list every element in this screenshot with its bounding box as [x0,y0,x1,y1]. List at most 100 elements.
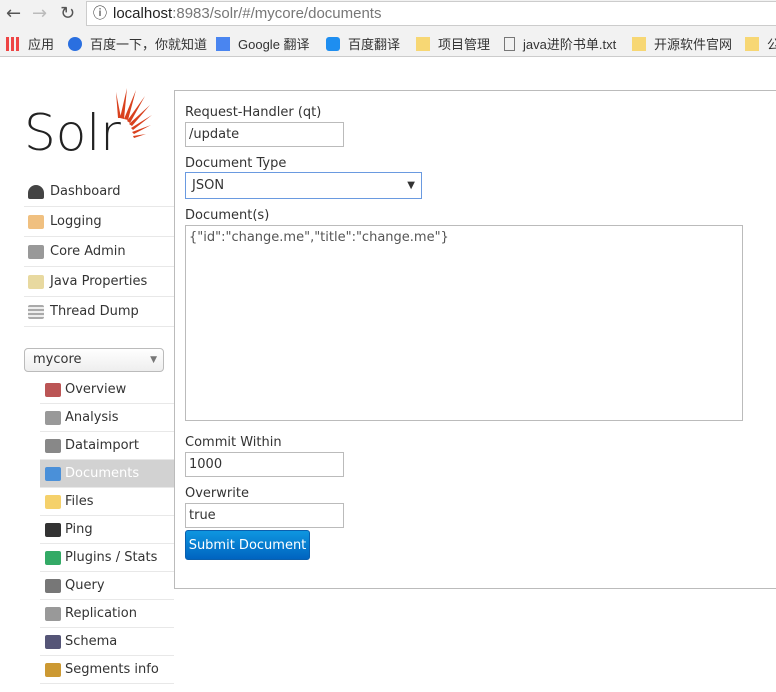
core-selector-value: mycore [33,352,82,367]
address-bar-area: ← → ↻ ⓘ localhost:8983/solr/#/mycore/doc… [0,0,776,28]
logo-sun-icon [116,88,152,138]
nav-label: Analysis [65,410,119,425]
doctype-value: JSON [192,178,225,193]
nav-core-admin[interactable]: Core Admin [24,237,174,267]
bookmark-label: 开源软件官网 [654,37,733,52]
documents-label: Document(s) [185,208,270,223]
bookmarks-bar: 应用 百度一下，你就知道 Google 翻译 百度翻译 项目管理 java进阶书… [0,28,776,57]
core-nav-plugins-stats[interactable]: Plugins / Stats [40,544,174,572]
commit-within-input[interactable]: 1000 [185,452,344,477]
file-icon [504,36,515,51]
nav-label: Schema [65,634,118,649]
nav-label: Replication [65,606,137,621]
bookmark-label: 应用 [28,37,55,52]
files-icon [45,494,61,509]
nav-label: Segments info [65,662,159,677]
nav-label: Plugins / Stats [65,550,158,565]
java-icon [28,274,44,289]
bookmark-folder[interactable]: 项目管理 [416,34,490,53]
core-admin-icon [28,244,44,259]
nav-label: Dataimport [65,438,139,453]
overview-icon [45,382,61,397]
ping-icon [45,522,61,537]
nav-label: Logging [50,214,102,229]
bookmark-google-translate[interactable]: Google 翻译 [216,34,310,53]
bookmark-label: java进阶书单.txt [523,37,617,52]
documents-textarea[interactable]: {"id":"change.me","title":"change.me"} [185,225,743,421]
bookmark-baidu-translate[interactable]: 百度翻译 [326,34,400,53]
nav-dashboard[interactable]: Dashboard [24,177,174,207]
core-nav-dataimport[interactable]: Dataimport [40,432,174,460]
thread-dump-icon [28,304,44,319]
reload-icon[interactable]: ↻ [60,3,75,24]
url-host: localhost [113,5,173,22]
core-nav-replication[interactable]: Replication [40,600,174,628]
core-nav-files[interactable]: Files [40,488,174,516]
dataimport-icon [45,438,61,453]
core-nav-overview[interactable]: Overview [40,376,174,404]
handler-label: Request-Handler (qt) [185,105,322,120]
back-icon[interactable]: ← [6,3,21,24]
nav-label: Thread Dump [50,304,139,319]
folder-icon [632,36,646,51]
query-icon [45,578,61,593]
bookmark-folder[interactable]: 公 [745,34,776,53]
logging-icon [28,214,44,229]
url-path: :8983/solr/#/mycore/documents [172,5,382,22]
core-nav-analysis[interactable]: Analysis [40,404,174,432]
nav-label: Query [65,578,105,593]
nav-label: Java Properties [50,274,148,289]
nav-label: Core Admin [50,244,126,259]
bookmark-folder[interactable]: 开源软件官网 [632,34,732,53]
folder-icon [416,36,430,51]
submit-document-button[interactable]: Submit Document [185,530,310,560]
replication-icon [45,606,61,621]
google-translate-icon [216,36,230,51]
bookmark-file[interactable]: java进阶书单.txt [504,34,616,53]
dashboard-icon [28,184,44,199]
bookmark-label: Google 翻译 [238,37,310,52]
nav-logging[interactable]: Logging [24,207,174,237]
nav-label: Files [65,494,94,509]
url-input[interactable]: ⓘ localhost:8983/solr/#/mycore/documents [86,1,776,26]
plugins-stats-icon [45,550,61,565]
core-nav-documents[interactable]: Documents [40,460,174,488]
overwrite-input[interactable]: true [185,503,344,528]
analysis-icon [45,410,61,425]
core-nav-schema[interactable]: Schema [40,628,174,656]
core-nav-query[interactable]: Query [40,572,174,600]
nav-label: Dashboard [50,184,121,199]
bookmark-baidu[interactable]: 百度一下，你就知道 [68,34,207,53]
documents-icon [45,466,61,481]
doctype-label: Document Type [185,156,287,171]
schema-icon [45,634,61,649]
core-selector[interactable]: mycore ▼ [24,348,164,372]
commit-within-label: Commit Within [185,435,282,450]
baidu-icon [68,36,82,51]
bookmark-label: 百度一下，你就知道 [90,37,208,52]
chevron-down-icon: ▼ [407,180,415,191]
core-nav-segments-info[interactable]: Segments info [40,656,174,684]
nav-thread-dump[interactable]: Thread Dump [24,297,174,327]
nav-label: Overview [65,382,127,397]
nav-java-properties[interactable]: Java Properties [24,267,174,297]
folder-icon [745,36,759,51]
request-handler-input[interactable]: /update [185,122,344,147]
bookmark-apps[interactable]: 应用 [6,34,54,53]
solr-logo[interactable]: Solr [24,88,154,162]
bookmark-label: 百度翻译 [348,37,401,52]
logo-text: Solr [24,104,121,154]
nav-label: Ping [65,522,93,537]
apps-icon [6,36,20,51]
segments-info-icon [45,662,61,677]
core-nav-ping[interactable]: Ping [40,516,174,544]
bookmark-label: 项目管理 [438,37,491,52]
document-type-select[interactable]: JSON ▼ [185,172,422,199]
chevron-down-icon: ▼ [150,355,157,365]
info-icon: ⓘ [93,5,107,21]
forward-icon[interactable]: → [32,3,47,24]
overwrite-label: Overwrite [185,486,249,501]
nav-label: Documents [65,466,140,481]
translate-icon [326,36,340,51]
bookmark-label: 公 [767,37,776,52]
